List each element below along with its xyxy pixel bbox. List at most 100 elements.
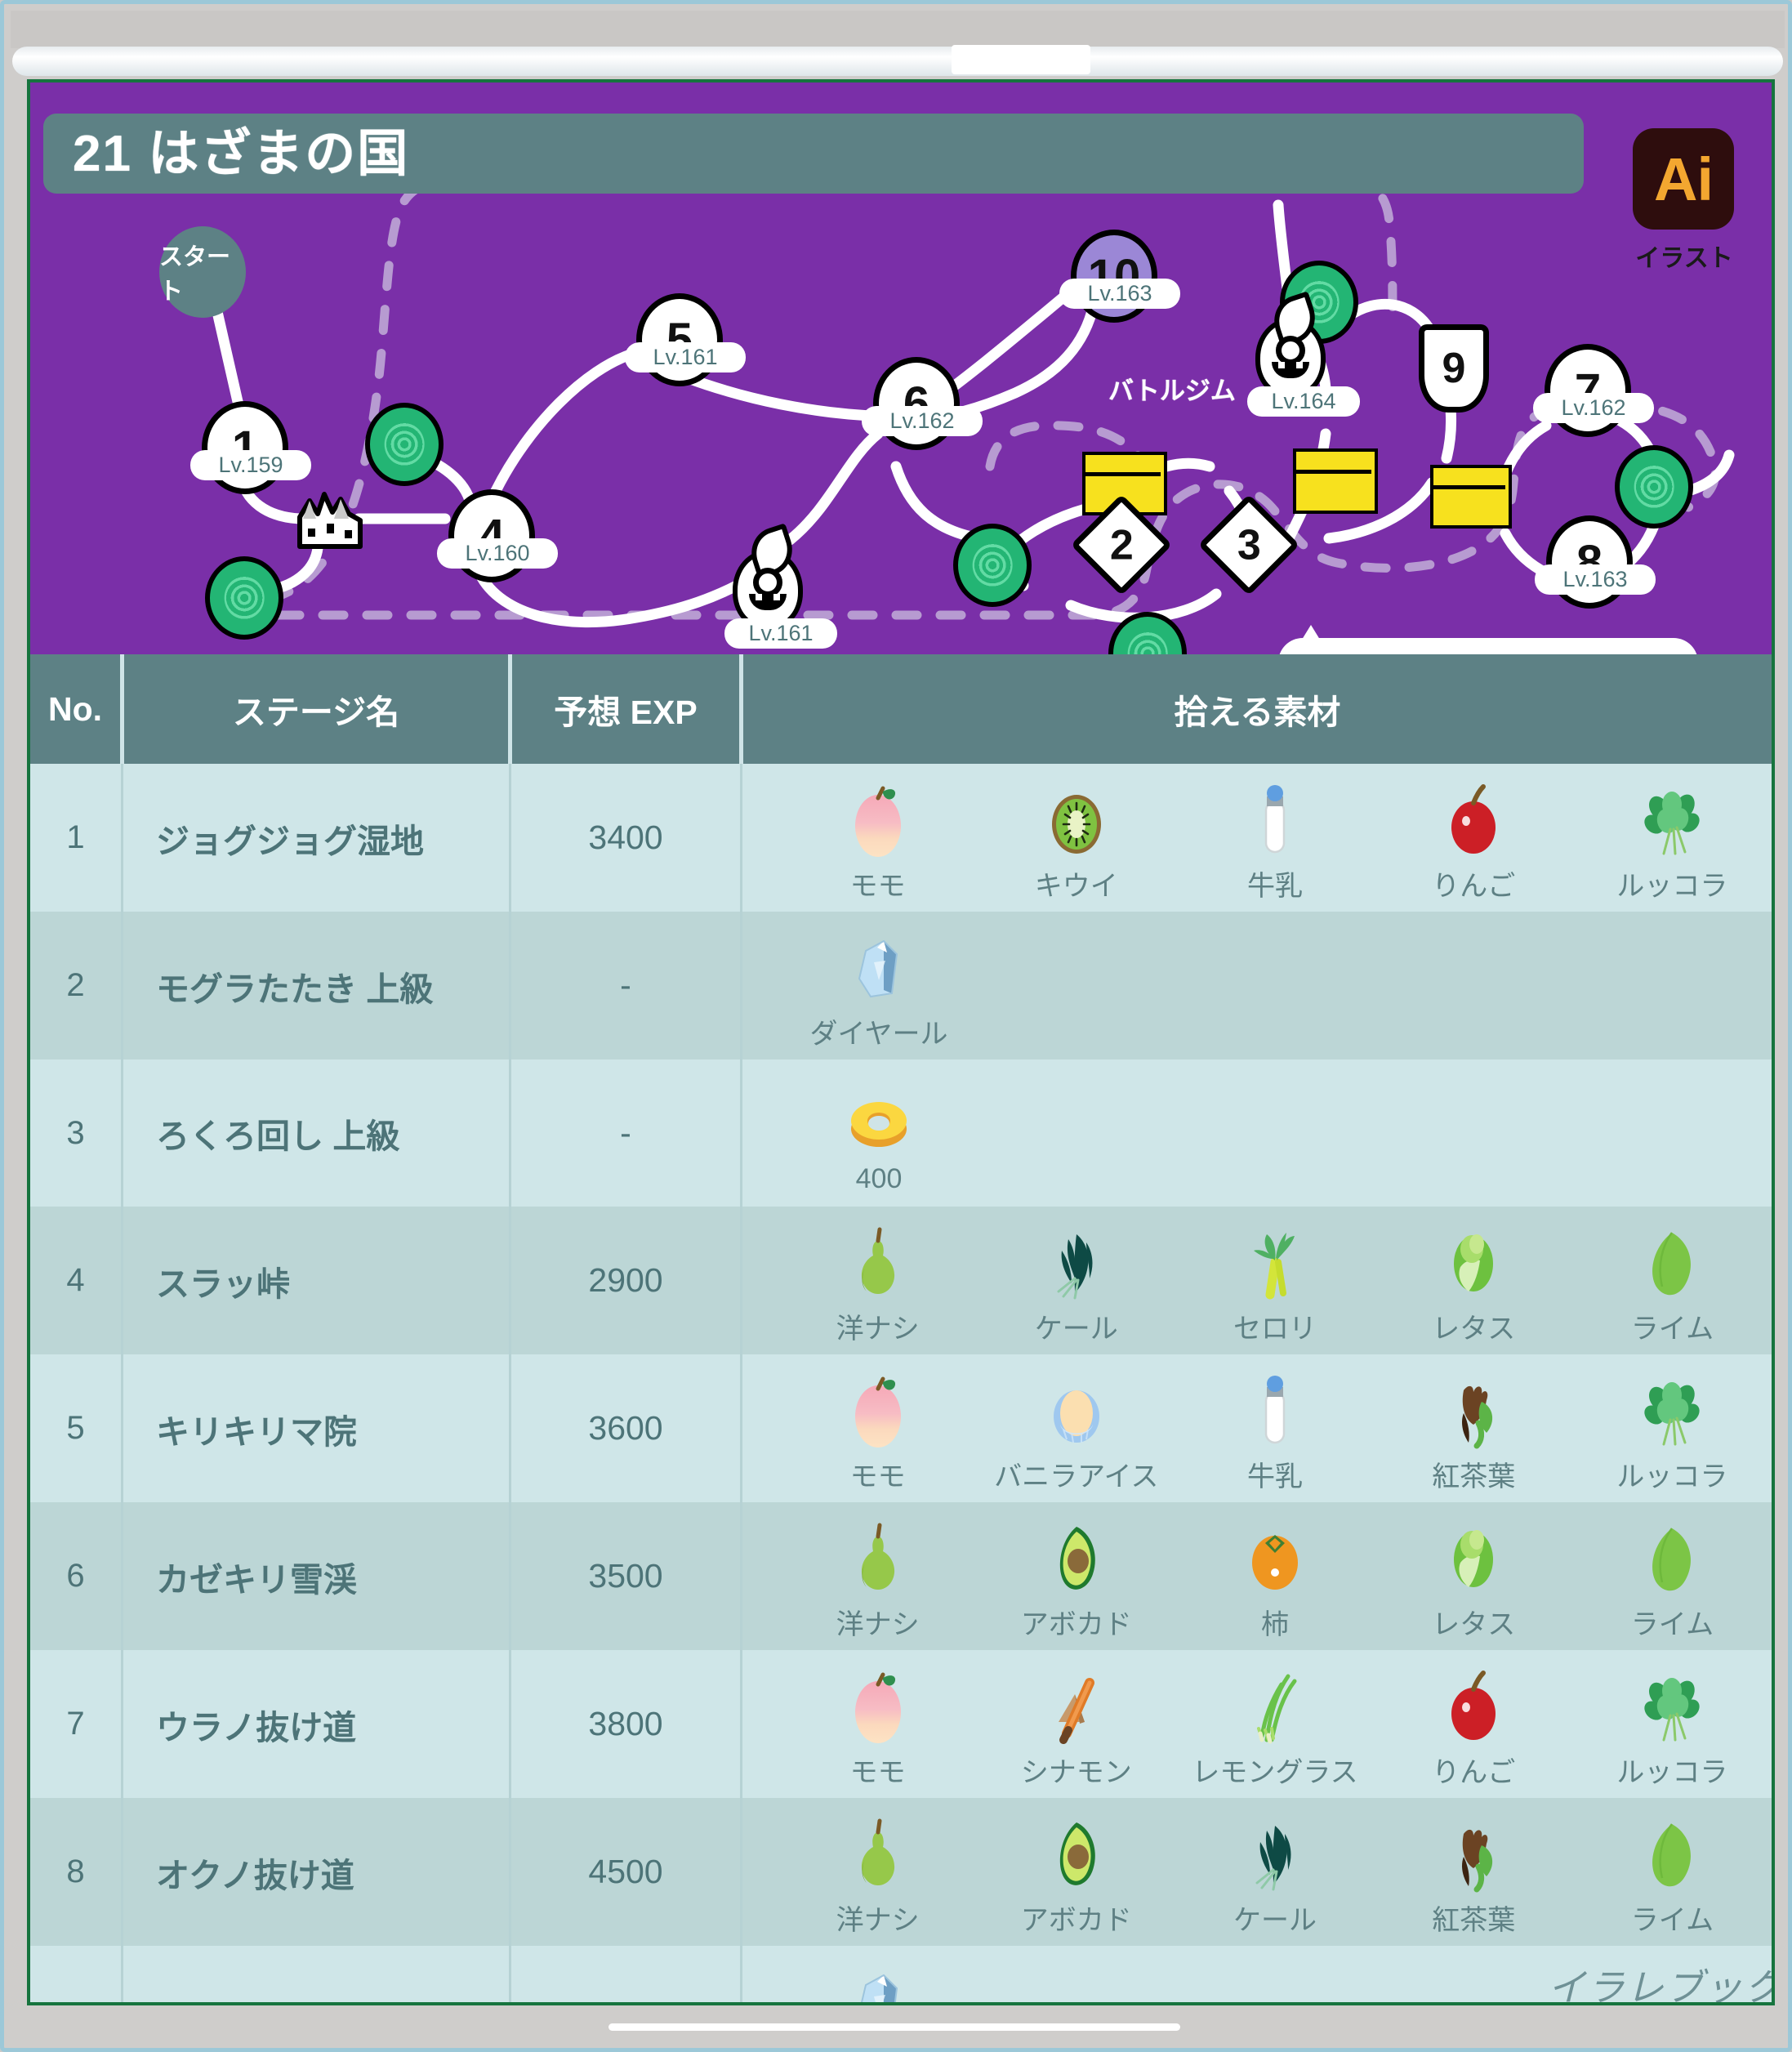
- arugula-icon: [1634, 1366, 1710, 1451]
- material-label: レタス: [1432, 1314, 1516, 1345]
- material-item: ケール: [1175, 1809, 1374, 1938]
- diamond-icon: [841, 923, 916, 1008]
- kale-icon: [1237, 1809, 1313, 1894]
- ai-badge-icon: Ai: [1633, 128, 1734, 230]
- cell-expected-exp: 3400: [510, 764, 742, 912]
- material-item: ライム: [1573, 1514, 1772, 1642]
- table-row[interactable]: 9体幹の強化セット- ダイヤール: [30, 1946, 1772, 2002]
- material-item: モモ: [778, 775, 977, 903]
- material-item: 牛乳: [1175, 1366, 1374, 1494]
- cell-stage-name: ジョグジョグ湿地: [122, 764, 511, 912]
- cell-stage-name: キリキリマ院: [122, 1354, 511, 1502]
- material-item: ルッコラ: [1573, 775, 1772, 903]
- cell-stage-name: オクノ抜け道: [122, 1798, 511, 1946]
- material-item: 牛乳: [1175, 775, 1374, 903]
- table-row[interactable]: 6 カゼキリ雪渓 3500 洋ナシ アボカド 柿 レタス ライム: [30, 1502, 1772, 1650]
- table-row[interactable]: 1 ジョグジョグ湿地 3400 モモ キウイ 牛乳 りんご ルッコラ: [30, 764, 1772, 912]
- material-item: 紅茶葉: [1375, 1366, 1573, 1494]
- cinnamon-icon: [1039, 1662, 1114, 1746]
- gym-right-label: バトルジム: [1108, 377, 1236, 405]
- material-label: レモングラス: [1192, 1757, 1358, 1788]
- table-row[interactable]: 4 スラッ峠 2900 洋ナシ ケール セロリ レタス ライム: [30, 1207, 1772, 1354]
- chest-icon-c[interactable]: [1430, 465, 1512, 529]
- cell-materials: 洋ナシ アボカド ケール 紅茶葉 ライム: [741, 1798, 1772, 1946]
- swirl-icon-c: [953, 524, 1032, 607]
- table-row[interactable]: 2 モグラたたき 上級 - ダイヤール: [30, 912, 1772, 1059]
- material-label: 牛乳: [1247, 1461, 1303, 1492]
- map-node-1-level: Lv.159: [190, 450, 311, 480]
- arugula-icon: [1634, 1662, 1710, 1746]
- cell-materials: モモ バニラアイス 牛乳 紅茶葉 ルッコラ: [741, 1354, 1772, 1502]
- material-label: 洋ナシ: [836, 1905, 920, 1936]
- pear-icon: [840, 1809, 916, 1894]
- material-label: ルッコラ: [1616, 1757, 1728, 1788]
- map-node-10-level: Lv.163: [1059, 279, 1180, 309]
- material-item: ダイヤール: [778, 1957, 979, 2002]
- material-item: 柿: [1175, 1514, 1374, 1642]
- material-item: りんご: [1375, 775, 1573, 903]
- cell-expected-exp: 4500: [510, 1798, 742, 1946]
- material-item: アボカド: [977, 1514, 1175, 1642]
- material-label: アボカド: [1020, 1905, 1132, 1936]
- table-row[interactable]: 3 ろくろ回し 上級 - 400: [30, 1059, 1772, 1207]
- material-label: モモ: [849, 1757, 906, 1788]
- table-row[interactable]: 7 ウラノ抜け道 3800 モモ シナモン レモングラス りんご ルッコラ: [30, 1650, 1772, 1798]
- col-header-exp: 予想 EXP: [510, 654, 743, 764]
- cell-stage-no: 8: [30, 1798, 123, 1946]
- swirl-icon-b: [205, 556, 283, 640]
- material-item: シナモン: [977, 1662, 1175, 1790]
- material-item: ルッコラ: [1573, 1366, 1772, 1494]
- gym-right-level: Lv.164: [1247, 386, 1360, 417]
- kale-icon: [1039, 1218, 1114, 1303]
- cell-stage-no: 9: [30, 1946, 123, 2002]
- table-row[interactable]: 8 オクノ抜け道 4500 洋ナシ アボカド ケール 紅茶葉 ライム: [30, 1798, 1772, 1946]
- device-shell: 21 はざまの国 Ai イラスト スタート Lv.161 Lv.164 バトルジ…: [0, 0, 1792, 2052]
- cell-expected-exp: 3500: [510, 1502, 742, 1650]
- material-item: 洋ナシ: [778, 1218, 977, 1346]
- material-item: キウイ: [977, 775, 1175, 903]
- cell-stage-no: 3: [30, 1059, 123, 1207]
- map-node-9-number: 9: [1442, 345, 1466, 392]
- map-node-start[interactable]: スタート: [159, 226, 246, 318]
- material-label: ルッコラ: [1616, 871, 1728, 902]
- map-node-9[interactable]: 9: [1419, 324, 1489, 413]
- material-item: 紅茶葉: [1375, 1809, 1573, 1938]
- swirl-icon-a: [365, 403, 444, 486]
- cell-expected-exp: -: [510, 912, 742, 1059]
- peach-icon: [840, 1662, 916, 1746]
- map-node-6-level: Lv.162: [862, 406, 983, 436]
- persimmon-icon: [1237, 1514, 1313, 1599]
- material-label: 400: [855, 1162, 903, 1194]
- material-label: 紅茶葉: [1432, 1461, 1516, 1492]
- cell-stage-name: スラッ峠: [122, 1207, 511, 1354]
- material-label: モモ: [849, 1461, 906, 1492]
- material-item: レモングラス: [1175, 1662, 1374, 1790]
- pear-icon: [840, 1514, 916, 1599]
- cell-expected-exp: -: [510, 1946, 742, 2002]
- blacktea-icon: [1436, 1809, 1511, 1894]
- table-row[interactable]: 5 キリキリマ院 3600 モモ バニラアイス 牛乳 紅茶葉 ルッコラ: [30, 1354, 1772, 1502]
- book-icon: 📖: [1296, 652, 1339, 655]
- recipe-banner[interactable]: 📖 ピーチシェイクのレシピ: [1278, 638, 1698, 654]
- material-item: りんご: [1375, 1662, 1573, 1790]
- material-label: ケール: [1034, 1314, 1118, 1345]
- material-item: ライム: [1573, 1218, 1772, 1346]
- material-item: レタス: [1375, 1514, 1573, 1642]
- material-label: シナモン: [1020, 1757, 1132, 1788]
- col-header-name: ステージ名: [122, 654, 512, 764]
- milk-icon: [1237, 775, 1313, 860]
- material-label: ケール: [1233, 1905, 1317, 1936]
- cell-stage-no: 1: [30, 764, 123, 912]
- chest-icon-b[interactable]: [1293, 448, 1378, 514]
- material-label: キウイ: [1034, 871, 1118, 902]
- material-label: ライム: [1630, 1609, 1714, 1640]
- cell-expected-exp: -: [510, 1059, 742, 1207]
- table-body: 1 ジョグジョグ湿地 3400 モモ キウイ 牛乳 りんご ルッコラ 2 モグラ…: [30, 764, 1772, 2002]
- cell-stage-name: ウラノ抜け道: [122, 1650, 511, 1798]
- material-item: 400: [778, 1075, 979, 1195]
- material-item: モモ: [778, 1366, 977, 1494]
- castle-icon: [295, 486, 365, 550]
- material-label: 柿: [1261, 1609, 1289, 1640]
- col-header-no: No.: [30, 654, 124, 764]
- material-label: りんご: [1432, 871, 1516, 902]
